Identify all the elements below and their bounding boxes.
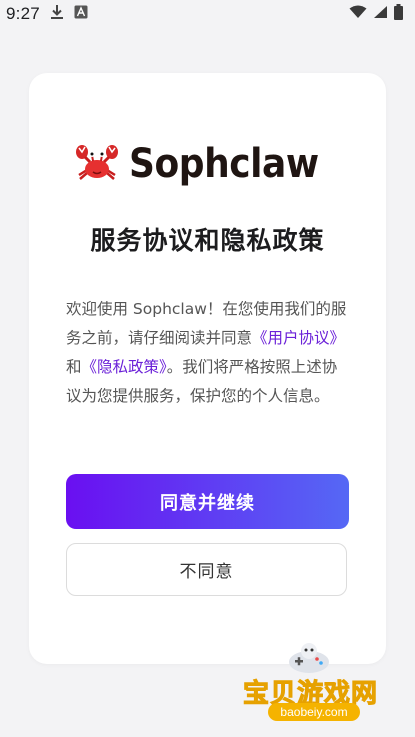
- signal-icon: [373, 5, 388, 24]
- status-bar: 9:27: [0, 0, 415, 28]
- user-agreement-link[interactable]: 《用户协议》: [252, 329, 345, 347]
- agreement-text: 欢迎使用 Sophclaw！在您使用我们的服务之前，请仔细阅读并同意《用户协议》…: [66, 295, 352, 411]
- brand-header: Sophclaw: [29, 139, 386, 189]
- watermark-url: baobeiy.com: [268, 703, 360, 721]
- a-notification-icon: [74, 5, 88, 24]
- body-text-part2: 和: [66, 358, 82, 376]
- download-icon: [50, 4, 64, 25]
- watermark: 宝贝游戏网 baobeiy.com: [238, 640, 388, 730]
- wifi-icon: [349, 5, 367, 24]
- disagree-button[interactable]: 不同意: [66, 543, 347, 596]
- status-time: 9:27: [6, 4, 40, 23]
- privacy-policy-link[interactable]: 《隐私政策》: [82, 358, 167, 376]
- agree-continue-button[interactable]: 同意并继续: [66, 474, 349, 529]
- status-left: 9:27: [6, 4, 88, 25]
- crab-logo-icon: [75, 142, 119, 186]
- agreement-card: Sophclaw 服务协议和隐私政策 欢迎使用 Sophclaw！在您使用我们的…: [29, 73, 386, 664]
- status-right: [349, 3, 403, 25]
- battery-icon: [394, 3, 403, 25]
- dialog-title: 服务协议和隐私政策: [90, 226, 325, 255]
- brand-name: Sophclaw: [129, 141, 319, 187]
